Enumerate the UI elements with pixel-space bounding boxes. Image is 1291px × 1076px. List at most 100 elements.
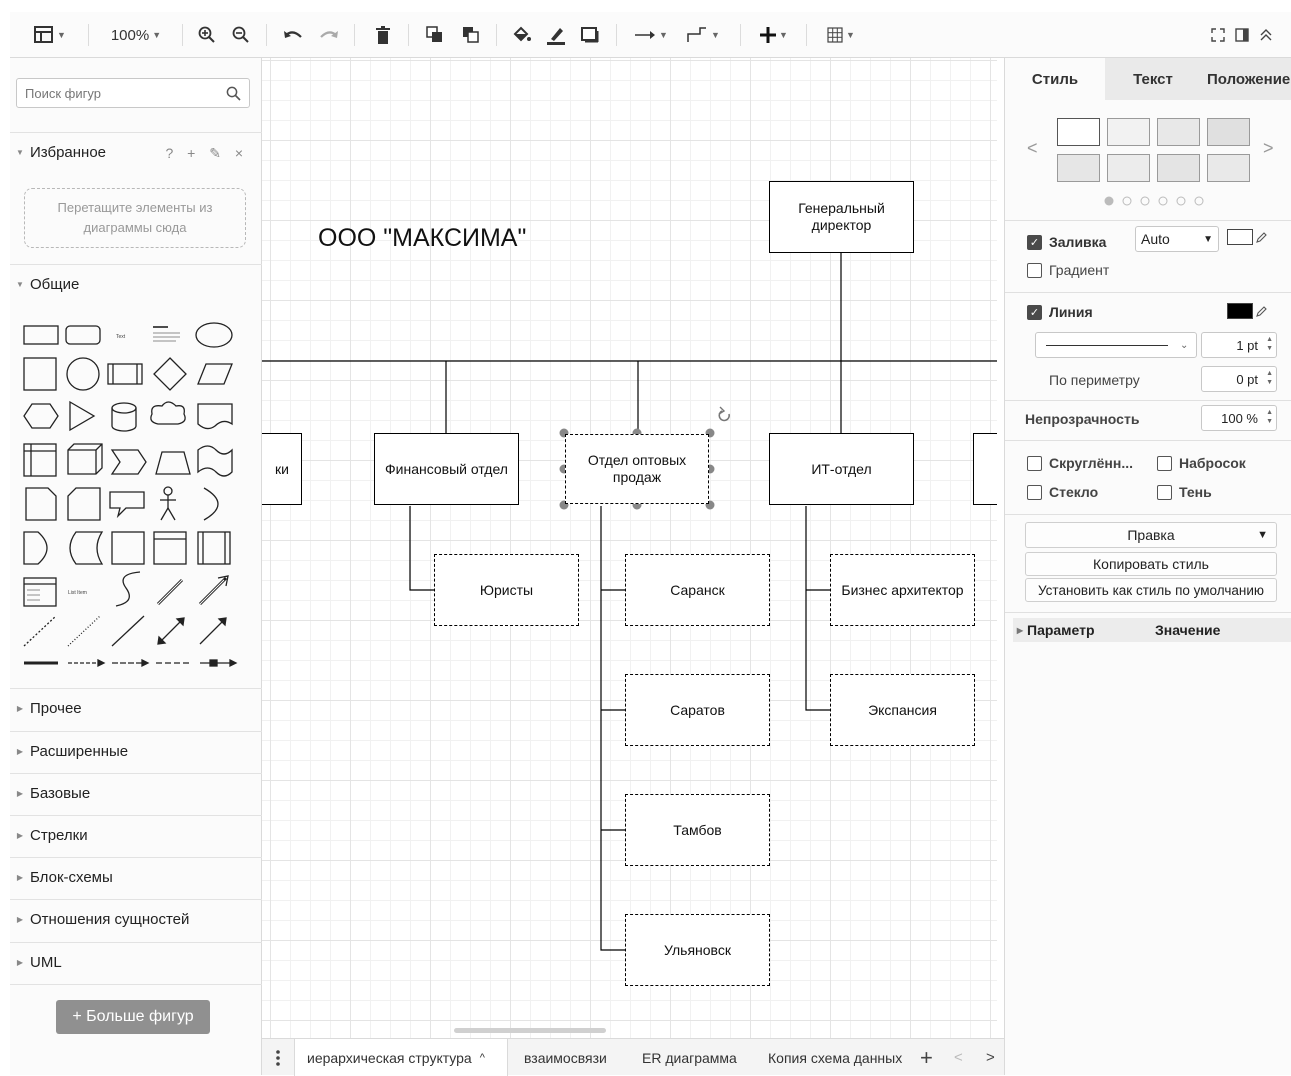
tab-data-schema-copy[interactable]: Копия схема данных <box>768 1039 902 1076</box>
style-swatch[interactable] <box>1207 154 1250 182</box>
favorites-drop-zone[interactable]: Перетащите элементы из диаграммы сюда <box>24 188 246 248</box>
delete-button[interactable] <box>368 12 398 58</box>
node-wholesale-selected[interactable]: Отдел оптовых продаж <box>565 434 709 504</box>
sketch-checkbox[interactable] <box>1157 455 1172 471</box>
pages-menu-button[interactable] <box>266 1039 290 1076</box>
node-saratov[interactable]: Саратов <box>625 674 770 746</box>
line-color-swatch[interactable] <box>1227 303 1253 319</box>
zoom-select[interactable]: 100% ▼ <box>100 12 172 58</box>
style-swatch[interactable] <box>1157 154 1200 182</box>
diagram-canvas[interactable]: ООО "МАКСИМА" Генеральный директор ки Фи… <box>262 58 997 1038</box>
style-swatch[interactable] <box>1207 118 1250 146</box>
section-header[interactable]: ▶ Расширенные <box>10 731 262 771</box>
glass-checkbox[interactable] <box>1027 484 1042 500</box>
tab-style[interactable]: Стиль <box>1005 58 1105 100</box>
shadow-button[interactable] <box>576 12 604 58</box>
shadow-row[interactable]: Тень <box>1157 481 1212 503</box>
styles-prev-icon[interactable]: < <box>1027 138 1038 159</box>
fill-color-swatch[interactable] <box>1227 229 1253 245</box>
opacity-spinner[interactable]: 100 % ▲ ▼ <box>1201 405 1277 431</box>
format-panel-button[interactable]: ▼ <box>28 12 72 58</box>
tab-relations[interactable]: взаимосвязи <box>524 1039 607 1076</box>
properties-table-header[interactable]: ▶ Параметр Значение <box>1013 618 1291 642</box>
section-header[interactable]: ▶ Базовые <box>10 773 262 813</box>
tab-hierarchy[interactable]: иерархическая структура ^ <box>294 1039 508 1076</box>
style-swatch[interactable] <box>1157 118 1200 146</box>
style-swatch[interactable] <box>1107 118 1150 146</box>
gradient-row[interactable]: Градиент <box>1027 258 1109 282</box>
node-offscreen[interactable] <box>973 433 997 505</box>
redo-button[interactable] <box>314 12 344 58</box>
eyedropper-icon[interactable] <box>1256 305 1268 317</box>
node-lawyers[interactable]: Юристы <box>434 554 579 626</box>
sketch-row[interactable]: Набросок <box>1157 452 1246 474</box>
spinner-arrows-icon[interactable]: ▲ ▼ <box>1266 369 1273 387</box>
toggle-format-panel-button[interactable] <box>1230 12 1254 58</box>
search-icon[interactable] <box>226 86 241 101</box>
fill-checkbox[interactable]: ✓ <box>1027 234 1042 250</box>
style-swatch[interactable] <box>1107 154 1150 182</box>
tabs-scroll-right-icon[interactable]: > <box>986 1039 995 1076</box>
section-header[interactable]: ▶ Стрелки <box>10 815 262 855</box>
add-page-button[interactable]: + <box>920 1039 933 1076</box>
undo-button[interactable] <box>278 12 308 58</box>
fill-color-button[interactable] <box>508 12 536 58</box>
favorites-tools[interactable]: ? + ✎ × <box>165 145 248 162</box>
gradient-checkbox[interactable] <box>1027 262 1042 278</box>
node-business-architect[interactable]: Бизнес архитектор <box>830 554 975 626</box>
tab-text[interactable]: Текст <box>1105 58 1201 100</box>
fill-select[interactable]: Auto ▼ <box>1135 226 1219 252</box>
table-button[interactable]: ▼ <box>818 12 864 58</box>
node-saransk[interactable]: Саранск <box>625 554 770 626</box>
section-header[interactable]: ▶ UML <box>10 942 262 982</box>
more-shapes-button[interactable]: + Больше фигур <box>56 1000 210 1034</box>
waypoints-button[interactable]: ▼ <box>680 12 726 58</box>
zoom-out-button[interactable] <box>228 12 254 58</box>
collapse-toolbar-button[interactable] <box>1254 12 1278 58</box>
styles-next-icon[interactable]: > <box>1263 138 1274 159</box>
node-ulyanovsk[interactable]: Ульяновск <box>625 914 770 986</box>
connection-style-button[interactable]: ▼ <box>628 12 674 58</box>
rounded-row[interactable]: Скруглённ... <box>1027 452 1133 474</box>
line-color-picker[interactable] <box>1227 303 1268 319</box>
copy-style-button[interactable]: Копировать стиль <box>1025 552 1277 576</box>
favorites-section-header[interactable]: ▼ Избранное ? + ✎ × <box>10 132 262 172</box>
to-back-button[interactable] <box>456 12 486 58</box>
edit-select[interactable]: Правка ▼ <box>1025 522 1277 548</box>
horizontal-scrollbar[interactable] <box>454 1028 606 1033</box>
node-it[interactable]: ИТ-отдел <box>769 433 914 505</box>
fill-color-picker[interactable] <box>1227 229 1268 245</box>
general-section-header[interactable]: ▼ Общие <box>10 264 262 304</box>
node-expansion[interactable]: Экспансия <box>830 674 975 746</box>
line-pattern-select[interactable]: ⌄ <box>1035 332 1197 358</box>
shadow-checkbox[interactable] <box>1157 484 1172 500</box>
tab-er-diagram[interactable]: ER диаграмма <box>642 1039 737 1076</box>
search-input[interactable] <box>23 83 219 103</box>
line-row[interactable]: ✓ Линия <box>1027 300 1093 324</box>
set-default-style-button[interactable]: Установить как стиль по умолчанию <box>1025 578 1277 602</box>
line-checkbox[interactable]: ✓ <box>1027 304 1042 320</box>
to-front-button[interactable] <box>420 12 450 58</box>
spinner-arrows-icon[interactable]: ▲ ▼ <box>1266 335 1273 353</box>
node-tambov[interactable]: Тамбов <box>625 794 770 866</box>
node-finance[interactable]: Финансовый отдел <box>374 433 519 505</box>
fill-row[interactable]: ✓ Заливка <box>1027 230 1106 254</box>
glass-row[interactable]: Стекло <box>1027 481 1098 503</box>
style-swatch[interactable] <box>1057 118 1100 146</box>
section-header[interactable]: ▶ Отношения сущностей <box>10 899 262 939</box>
chevron-up-icon[interactable]: ^ <box>480 1052 485 1064</box>
tab-arrange[interactable]: Положение <box>1201 58 1291 100</box>
company-title[interactable]: ООО "МАКСИМА" <box>318 224 526 253</box>
insert-button[interactable]: ▼ <box>752 12 796 58</box>
rounded-checkbox[interactable] <box>1027 455 1042 471</box>
tabs-scroll-left-icon[interactable]: < <box>954 1039 963 1076</box>
zoom-in-button[interactable] <box>194 12 220 58</box>
section-header[interactable]: ▶ Прочее <box>10 688 262 728</box>
node-ceo[interactable]: Генеральный директор <box>769 181 914 253</box>
style-swatch[interactable] <box>1057 154 1100 182</box>
style-pages-indicator[interactable] <box>1103 195 1207 207</box>
node-partial[interactable]: ки <box>262 433 302 505</box>
section-header[interactable]: ▶ Блок-схемы <box>10 857 262 897</box>
perimeter-spinner[interactable]: 0 pt ▲ ▼ <box>1201 366 1277 392</box>
fullscreen-button[interactable] <box>1206 12 1230 58</box>
